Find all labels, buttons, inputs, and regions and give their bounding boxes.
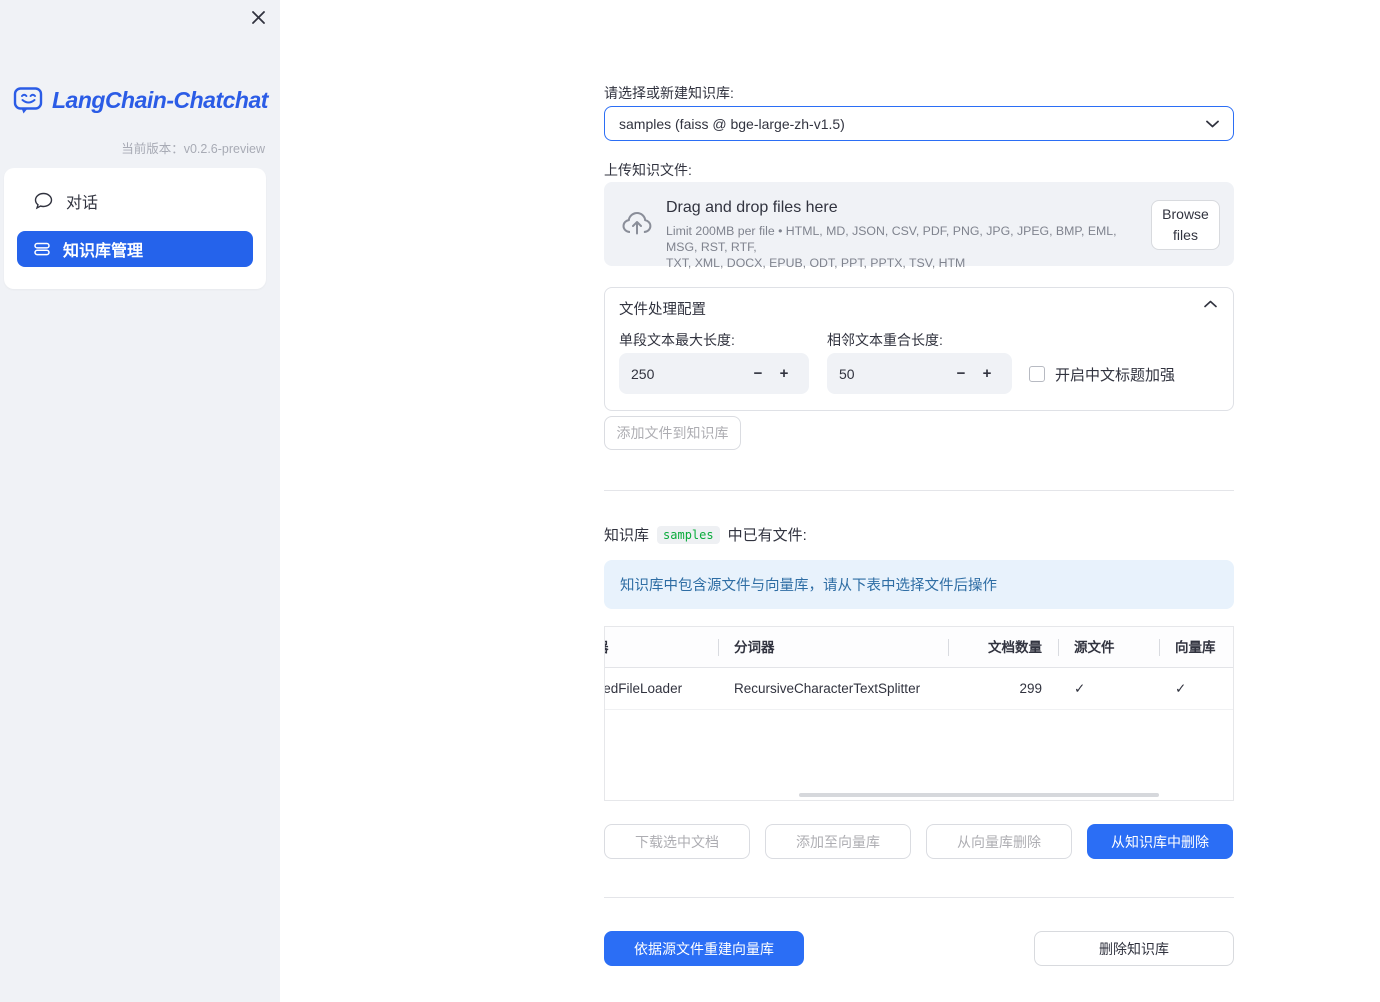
kb-files-table-inner: 文档加载器 分词器 文档数量 源文件 向量库 UnstructuredFileL… — [604, 627, 1233, 710]
delete-from-kb-button[interactable]: 从知识库中删除 — [1087, 824, 1233, 859]
file-dropzone[interactable]: Drag and drop files here Limit 200MB per… — [604, 182, 1234, 270]
app-window: LangChain-Chatchat 当前版本：v0.2.6-preview 对… — [0, 0, 1380, 1002]
app-logo: LangChain-Chatchat — [12, 84, 268, 117]
table-cell-vector-check: ✓ — [1175, 681, 1187, 696]
add-to-vector-store-button[interactable]: 添加至向量库 — [765, 824, 911, 859]
table-col-header[interactable]: 向量库 — [1159, 627, 1233, 667]
kb-select-value: samples (faiss @ bge-large-zh-v1.5) — [619, 115, 845, 132]
table-cell-splitter: RecursiveCharacterTextSplitter — [734, 681, 921, 696]
chunk-size-decrement-button[interactable]: − — [745, 365, 771, 382]
overlap-size-value: 50 — [839, 365, 855, 382]
table-row[interactable]: UnstructuredFileLoader RecursiveCharacte… — [604, 668, 1233, 710]
table-col-header[interactable]: 文档加载器 — [605, 627, 718, 667]
dropzone-hint: Limit 200MB per file • HTML, MD, JSON, C… — [666, 224, 1117, 270]
rebuild-vector-store-button[interactable]: 依据源文件重建向量库 — [604, 931, 804, 966]
chevron-down-icon — [1206, 120, 1219, 128]
upload-label: 上传知识文件: — [604, 162, 692, 178]
info-alert: 知识库中包含源文件与向量库，请从下表中选择文件后操作 — [604, 560, 1234, 609]
browse-files-button[interactable]: Browse files — [1151, 200, 1220, 250]
kb-files-table[interactable]: 文档加载器 分词器 文档数量 源文件 向量库 UnstructuredFileL… — [604, 626, 1234, 801]
table-col-header[interactable]: 文档数量 — [948, 627, 1058, 667]
delete-from-vector-store-button[interactable]: 从向量库删除 — [926, 824, 1072, 859]
download-selected-button[interactable]: 下载选中文档 — [604, 824, 750, 859]
table-cell-doc-count: 299 — [1019, 681, 1042, 696]
zh-title-checkbox-label[interactable]: 开启中文标题加强 — [1055, 364, 1175, 385]
dropzone-title: Drag and drop files here — [666, 199, 838, 216]
zh-title-checkbox[interactable] — [1029, 366, 1045, 382]
chunk-size-value: 250 — [631, 365, 655, 382]
logo-text: LangChain-Chatchat — [52, 87, 268, 113]
sidebar-close-button[interactable] — [244, 3, 272, 31]
sidebar-item-kb-management[interactable]: 知识库管理 — [17, 231, 253, 267]
sidebar-item-chat[interactable]: 对话 — [17, 183, 253, 219]
overlap-size-increment-button[interactable]: + — [974, 365, 1000, 382]
chat-bubble-icon — [34, 192, 53, 210]
sidebar-item-label: 对话 — [66, 195, 99, 212]
version-text: 当前版本：v0.2.6-preview — [121, 142, 265, 156]
close-icon — [251, 10, 266, 25]
stacked-list-icon — [34, 241, 50, 257]
horizontal-scrollbar-thumb[interactable] — [799, 793, 1159, 797]
add-files-to-kb-button[interactable]: 添加文件到知识库 — [604, 416, 741, 450]
chat-smiley-logo-icon — [12, 84, 45, 117]
overlap-size-decrement-button[interactable]: − — [948, 365, 974, 382]
sidebar: LangChain-Chatchat 当前版本：v0.2.6-preview 对… — [0, 0, 280, 1002]
table-action-buttons: 下载选中文档 添加至向量库 从向量库删除 从知识库中删除 — [604, 824, 1234, 859]
table-col-header[interactable]: 分词器 — [718, 627, 948, 667]
delete-kb-button[interactable]: 删除知识库 — [1034, 931, 1234, 966]
kb-select[interactable]: samples (faiss @ bge-large-zh-v1.5) — [604, 106, 1234, 141]
divider — [604, 897, 1234, 898]
chunk-size-input[interactable]: 250 − + — [619, 353, 809, 394]
kb-files-heading: 知识库 samples 中已有文件: — [604, 525, 807, 544]
kb-select-label: 请选择或新建知识库: — [604, 85, 734, 101]
table-header-row: 文档加载器 分词器 文档数量 源文件 向量库 — [605, 627, 1233, 668]
divider — [604, 490, 1234, 491]
kb-name-code: samples — [657, 525, 720, 544]
table-cell-source-check: ✓ — [1074, 681, 1086, 696]
sidebar-item-label: 知识库管理 — [63, 243, 144, 260]
cloud-upload-icon — [621, 209, 653, 239]
overlap-size-input[interactable]: 50 − + — [827, 353, 1012, 394]
main-content: 请选择或新建知识库: samples (faiss @ bge-large-zh… — [604, 0, 1234, 1002]
chevron-up-icon[interactable] — [1204, 300, 1217, 308]
sidebar-menu: 对话 知识库管理 — [4, 168, 266, 289]
chunk-size-label: 单段文本最大长度: — [619, 332, 735, 348]
overlap-size-label: 相邻文本重合长度: — [827, 332, 943, 348]
chunk-size-increment-button[interactable]: + — [771, 365, 797, 382]
file-config-expander: 文件处理配置 单段文本最大长度: 250 − + 相邻文本重合长度: 50 − … — [604, 287, 1234, 411]
expander-title: 文件处理配置 — [619, 302, 706, 318]
table-col-header[interactable]: 源文件 — [1058, 627, 1159, 667]
table-cell-loader: UnstructuredFileLoader — [604, 681, 683, 696]
